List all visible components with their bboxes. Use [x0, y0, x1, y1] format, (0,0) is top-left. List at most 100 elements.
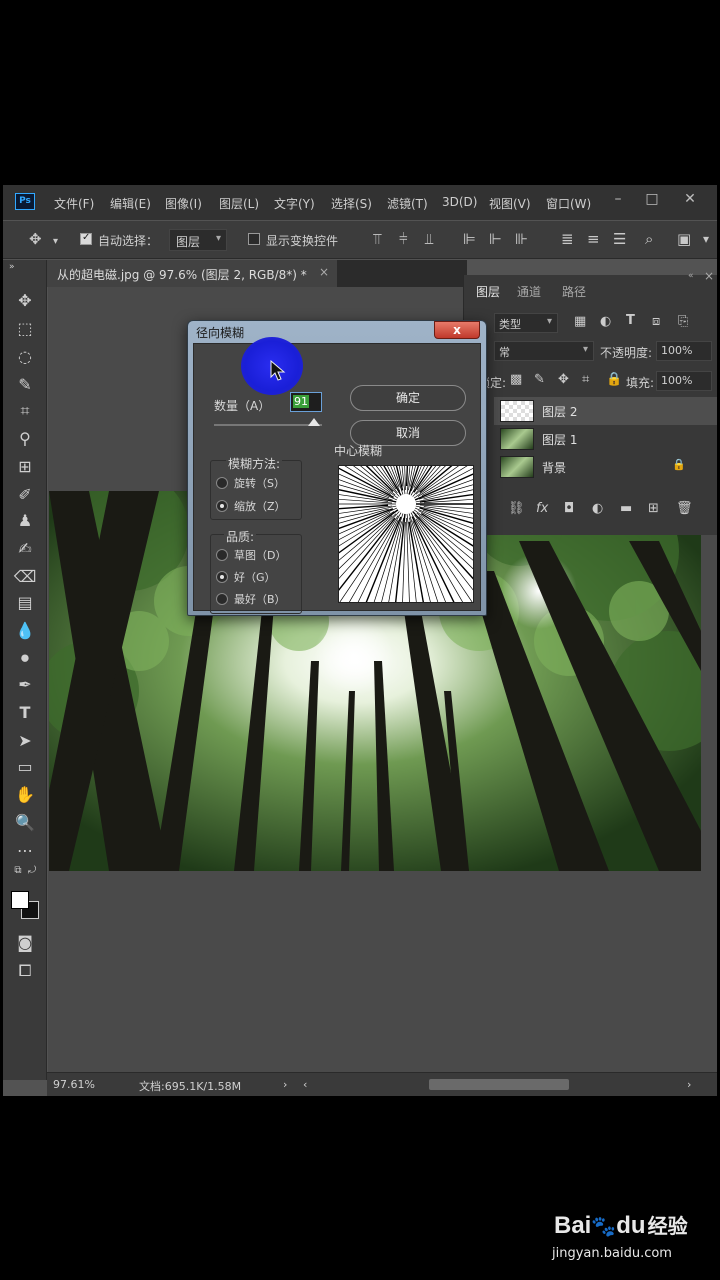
document-tab[interactable]: 从的超电磁.jpg @ 97.6% (图层 2, RGB/8*) * ×	[47, 260, 337, 287]
dialog-close-button[interactable]: x	[434, 321, 480, 339]
lock-transparent-icon[interactable]: ▩	[510, 372, 522, 387]
close-icon[interactable]: ×	[319, 265, 329, 279]
fill-input[interactable]: 100%	[656, 371, 712, 391]
blur-tool-icon[interactable]: 💧	[3, 618, 47, 644]
type-filter-icon[interactable]: T	[626, 313, 635, 328]
spin-label[interactable]: 旋转（S）	[234, 475, 285, 491]
rectangle-tool-icon[interactable]: ▭	[3, 754, 47, 780]
show-transform-checkbox[interactable]	[248, 233, 260, 245]
maximize-button[interactable]: □	[641, 189, 663, 209]
menu-filter[interactable]: 滤镜(T)	[387, 195, 428, 212]
draft-label[interactable]: 草图（D）	[234, 547, 286, 563]
brush-tool-icon[interactable]: ✐	[3, 482, 47, 508]
layer-row-background[interactable]: 背景 🔒	[494, 453, 717, 481]
add-mask-icon[interactable]: ◘	[564, 501, 574, 516]
scroll-left-icon[interactable]: ‹	[303, 1078, 307, 1091]
collapse-toolbar-icon[interactable]: »	[3, 260, 47, 274]
amount-slider-thumb[interactable]	[308, 418, 320, 426]
zoom-tool-icon[interactable]: 🔍	[3, 810, 47, 836]
smart-object-filter-icon[interactable]: ⎘	[678, 314, 688, 329]
amount-input[interactable]: 91	[290, 392, 322, 412]
draft-radio[interactable]	[216, 549, 228, 561]
good-radio[interactable]	[216, 571, 228, 583]
align-horizontal-center-icon[interactable]: ⊩	[489, 230, 502, 248]
best-radio[interactable]	[216, 593, 228, 605]
workspace-icon[interactable]: ▣	[677, 230, 691, 248]
zoom-level[interactable]: 97.61%	[53, 1078, 95, 1091]
align-top-icon[interactable]: ⫪	[373, 230, 381, 248]
scroll-right-icon[interactable]: ›	[687, 1078, 691, 1091]
menu-type[interactable]: 文字(Y)	[274, 195, 315, 212]
fx-icon[interactable]: fx	[536, 501, 548, 516]
close-panel-icon[interactable]: ×	[704, 269, 714, 283]
auto-select-checkbox[interactable]	[80, 232, 92, 245]
distribute-center-icon[interactable]: ≡	[587, 230, 600, 248]
distribute-bottom-icon[interactable]: ☰	[613, 230, 626, 248]
align-left-icon[interactable]: ⊫	[463, 230, 476, 248]
align-vertical-center-icon[interactable]: ⫩	[399, 230, 408, 248]
menu-image[interactable]: 图像(I)	[165, 195, 202, 212]
healing-brush-tool-icon[interactable]: ⊞	[3, 454, 47, 480]
lock-position-icon[interactable]: ✥	[558, 372, 569, 387]
search-icon[interactable]: ⌕	[645, 230, 653, 248]
distribute-top-icon[interactable]: ≣	[561, 230, 574, 248]
move-tool-preset-icon[interactable]: ✥	[29, 230, 42, 248]
opacity-input[interactable]: 100%	[656, 341, 712, 361]
link-layers-icon[interactable]: ⛓	[508, 501, 525, 516]
new-group-icon[interactable]: ▬	[620, 501, 632, 516]
menu-window[interactable]: 窗口(W)	[546, 195, 591, 212]
hand-tool-icon[interactable]: ✋	[3, 782, 47, 808]
adjustment-filter-icon[interactable]: ◐	[600, 314, 611, 329]
pen-tool-icon[interactable]: ✒	[3, 672, 47, 698]
zoom-label[interactable]: 缩放（Z）	[234, 498, 286, 514]
history-brush-tool-icon[interactable]: ✍	[3, 536, 47, 562]
align-bottom-icon[interactable]: ⫫	[425, 230, 433, 248]
adjustment-layer-icon[interactable]: ◐	[592, 501, 603, 516]
document-info[interactable]: 文档:695.1K/1.58M	[139, 1078, 241, 1094]
blur-center-preview[interactable]	[266, 364, 546, 644]
blend-mode-dropdown[interactable]: 常 ▾	[494, 341, 594, 361]
lock-artboard-icon[interactable]: ⌗	[582, 372, 589, 387]
lock-image-icon[interactable]: ✎	[534, 372, 545, 387]
spin-radio[interactable]	[216, 477, 228, 489]
zoom-radio[interactable]	[216, 500, 228, 512]
ok-button[interactable]: 确定	[350, 385, 466, 411]
new-layer-icon[interactable]: ⊞	[648, 501, 659, 516]
minimize-button[interactable]: –	[607, 189, 629, 209]
menu-select[interactable]: 选择(S)	[331, 195, 372, 212]
menu-layer[interactable]: 图层(L)	[219, 195, 259, 212]
layer-filter-dropdown[interactable]: 类型 ▾	[494, 313, 558, 333]
amount-slider-track[interactable]	[214, 424, 322, 426]
stamp-tool-icon[interactable]: ♟	[3, 508, 47, 534]
path-select-tool-icon[interactable]: ➤	[3, 728, 47, 754]
lasso-tool-icon[interactable]: ◌	[3, 344, 47, 370]
crop-tool-icon[interactable]: ⌗	[3, 398, 47, 424]
chevron-down-icon[interactable]: ▾	[53, 233, 58, 251]
screen-mode-icon[interactable]: ⧠	[3, 958, 47, 984]
move-tool-icon[interactable]: ✥	[3, 288, 47, 314]
tab-channels[interactable]: 通道	[517, 283, 541, 300]
tab-paths[interactable]: 路径	[562, 283, 586, 300]
good-label[interactable]: 好（G）	[234, 569, 276, 585]
collapse-panel-icon[interactable]: «	[688, 271, 694, 281]
eyedropper-tool-icon[interactable]: ⚲	[3, 426, 47, 452]
status-menu-arrow-icon[interactable]: ›	[283, 1078, 287, 1091]
dodge-tool-icon[interactable]: ⚫	[3, 646, 47, 672]
trash-icon[interactable]: 🗑	[676, 501, 693, 516]
marquee-tool-icon[interactable]: ⬚	[3, 316, 47, 342]
quick-mask-icon[interactable]: ◙	[3, 930, 47, 956]
chevron-down-icon[interactable]: ▾	[703, 230, 709, 248]
menu-edit[interactable]: 编辑(E)	[110, 195, 151, 212]
shape-filter-icon[interactable]: ⧈	[652, 314, 660, 329]
lock-all-icon[interactable]: 🔒	[606, 372, 622, 387]
horizontal-scrollbar-thumb[interactable]	[429, 1079, 569, 1090]
pixel-filter-icon[interactable]: ▦	[574, 314, 586, 329]
swap-colors-icon[interactable]: ⤾	[17, 858, 47, 884]
eraser-tool-icon[interactable]: ⌫	[3, 564, 47, 590]
tab-layers[interactable]: 图层	[476, 283, 500, 300]
menu-view[interactable]: 视图(V)	[489, 195, 531, 212]
gradient-tool-icon[interactable]: ▤	[3, 590, 47, 616]
close-window-button[interactable]: ✕	[679, 189, 701, 209]
align-right-icon[interactable]: ⊪	[515, 230, 528, 248]
type-tool-icon[interactable]: T	[3, 700, 47, 726]
